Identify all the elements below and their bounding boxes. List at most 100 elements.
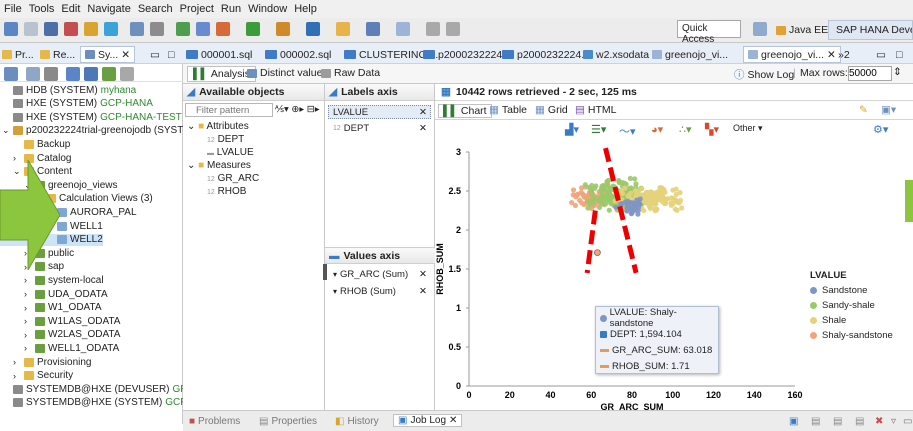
legend-item-shaly-sandstone[interactable]: Shaly-sandstone — [810, 328, 910, 343]
splitter-handle[interactable] — [323, 264, 327, 280]
perspective-sap-hana[interactable]: SAP HANA Developm — [828, 20, 913, 40]
tab-analysis[interactable]: ▌▌ Analysis — [187, 66, 256, 82]
tab-problems[interactable]: ■ Problems — [189, 416, 240, 427]
maximize-icon[interactable]: □ — [168, 46, 174, 63]
tools-icon[interactable] — [84, 22, 98, 36]
collapse-all-icon[interactable] — [26, 67, 40, 81]
expand-toggle-icon[interactable]: › — [24, 330, 32, 340]
attribute-lvalue[interactable]: ▬ LVALUE — [207, 147, 254, 158]
tab-project-explorer[interactable]: Pr... — [2, 46, 34, 63]
other-chart-button[interactable]: Other ▾ — [733, 123, 763, 134]
maximize-icon[interactable]: □ — [896, 46, 902, 63]
minimize-icon[interactable]: ▭ — [876, 46, 886, 63]
navigate-back-icon[interactable] — [426, 22, 440, 36]
debug-icon[interactable] — [196, 22, 210, 36]
remove-icon[interactable]: ✕ — [419, 286, 427, 297]
tab-grid[interactable]: ▦ Grid — [535, 104, 568, 116]
annotation-icon[interactable] — [396, 22, 410, 36]
close-icon[interactable]: ✕ — [121, 49, 130, 61]
expand-toggle-icon[interactable]: › — [24, 303, 32, 313]
tree-item[interactable]: HDB (SYSTEM) myhana — [0, 84, 136, 96]
expand-toggle-icon[interactable]: › — [24, 343, 32, 353]
menu-file[interactable]: File — [4, 3, 22, 15]
tree-item[interactable]: ⌄ p200232224trial-greenojodb (SYSTEM — [0, 125, 198, 137]
link-icon[interactable] — [102, 67, 116, 81]
tab-chart[interactable]: ▌▌ Chart — [438, 104, 492, 118]
editor-tab-p2000-1[interactable]: p2000232224... — [423, 46, 511, 63]
search-icon[interactable] — [366, 22, 380, 36]
stop-icon[interactable] — [64, 22, 78, 36]
filter-options-icon[interactable]: ⅍▾ ⊕▸ ⊟▸ — [275, 104, 319, 115]
open-folder-icon[interactable] — [336, 22, 350, 36]
grid-icon[interactable] — [150, 22, 164, 36]
max-rows-input[interactable] — [848, 66, 892, 81]
perspective-java-ee[interactable]: Java EE — [772, 20, 832, 40]
open-perspective-icon[interactable] — [753, 22, 767, 36]
console-icon[interactable] — [130, 22, 144, 36]
measure-rhob[interactable]: 12 RHOB — [207, 186, 246, 197]
menu-search[interactable]: Search — [138, 3, 173, 15]
save-icon[interactable] — [24, 22, 38, 36]
filter-icon[interactable] — [84, 67, 98, 81]
tab-html[interactable]: ▤ HTML — [575, 104, 617, 116]
navigate-forward-icon[interactable] — [446, 22, 460, 36]
menu-navigate[interactable]: Navigate — [87, 3, 130, 15]
attributes-folder[interactable]: ⌄ ■ Attributes — [187, 121, 249, 132]
tab-distinct-values[interactable]: Distinct values — [247, 67, 328, 79]
tree-item[interactable]: SYSTEMDB@HXE (SYSTEM)GCP-Gree — [0, 397, 213, 409]
save-all-icon[interactable] — [44, 22, 58, 36]
progress-icon[interactable]: ▣ — [789, 416, 798, 427]
tree-item[interactable]: › W2LAS_ODATA — [0, 329, 120, 341]
add-system-icon[interactable] — [4, 67, 18, 81]
measures-folder[interactable]: ⌄ ■ Measures — [187, 160, 251, 171]
editor-tab-xsodata[interactable]: w2.xsodata — [583, 46, 649, 63]
tab-raw-data[interactable]: Raw Data — [321, 67, 380, 79]
copy-icon[interactable]: ▤ — [833, 416, 842, 427]
labels-axis-item-dept[interactable]: 12 DEPT ✕ — [328, 121, 431, 135]
menu-run[interactable]: Run — [221, 3, 241, 15]
heatmap-icon[interactable]: ▚▾ — [705, 123, 719, 136]
tree-item[interactable]: HXE (SYSTEM) GCP-HANA — [0, 98, 153, 110]
new-icon[interactable] — [4, 22, 18, 36]
view-menu-icon[interactable] — [120, 67, 134, 81]
minimize-icon[interactable]: ▭ — [150, 46, 160, 63]
expand-toggle-icon[interactable]: › — [24, 289, 32, 299]
settings-icon[interactable] — [276, 22, 290, 36]
help-icon[interactable] — [104, 22, 118, 36]
tab-history[interactable]: ◧ History — [335, 416, 379, 427]
menu-help[interactable]: Help — [294, 3, 317, 15]
legend-item-sandstone[interactable]: Sandstone — [810, 283, 910, 298]
editor-tab-greenojo-active[interactable]: greenojo_vi... ✕ — [743, 46, 841, 63]
tab-properties[interactable]: ▤ Properties — [259, 416, 317, 427]
remove-icon[interactable]: ✕ — [419, 123, 427, 134]
tree-item[interactable]: › system-local — [0, 274, 104, 286]
expand-toggle-icon[interactable]: › — [13, 357, 21, 367]
attribute-dept[interactable]: 12 DEPT — [207, 134, 244, 145]
clear-log-icon[interactable]: ▤ — [811, 416, 820, 427]
tree-item[interactable]: › W1_ODATA — [0, 302, 102, 314]
tree-item[interactable]: HXE (SYSTEM) GCP-HANA-TEST — [0, 111, 182, 123]
view-menu-icon[interactable]: ▣▾ — [881, 104, 896, 116]
values-axis-item-gr-arc[interactable]: ▾ GR_ARC (Sum) ✕ — [328, 267, 431, 281]
pie-chart-icon[interactable]: ◕▾ — [651, 123, 663, 136]
tab-table[interactable]: ▦ Table — [489, 104, 527, 116]
minimize-icon[interactable]: ▭ — [903, 416, 912, 427]
more-tabs-button[interactable]: »2 — [838, 46, 850, 63]
measure-gr-arc[interactable]: 12 GR_ARC — [207, 173, 259, 184]
tree-item[interactable]: Backup — [0, 138, 70, 150]
remove-icon[interactable]: ✕ — [419, 269, 427, 280]
expand-toggle-icon[interactable]: › — [24, 275, 32, 285]
horizontal-bar-icon[interactable]: ☰▾ — [591, 123, 606, 136]
export-icon[interactable]: ▤ — [855, 416, 864, 427]
expand-toggle-icon[interactable]: ⌄ — [2, 125, 10, 136]
tree-item[interactable]: › W1LAS_ODATA — [0, 315, 120, 327]
tree-item[interactable]: › Security — [0, 370, 73, 382]
menu-window[interactable]: Window — [248, 3, 287, 15]
close-icon[interactable]: ✕ — [827, 49, 836, 61]
delete-icon[interactable]: ✖ — [875, 416, 883, 427]
tree-item[interactable]: › WELL1_ODATA — [0, 342, 119, 354]
legend-item-shale[interactable]: Shale — [810, 313, 910, 328]
chart-settings-icon[interactable]: ⚙▾ — [873, 123, 888, 136]
editor-tab-sql-2[interactable]: 000002.sql — [265, 46, 331, 63]
bar-chart-icon[interactable]: ▟▾ — [565, 123, 579, 136]
